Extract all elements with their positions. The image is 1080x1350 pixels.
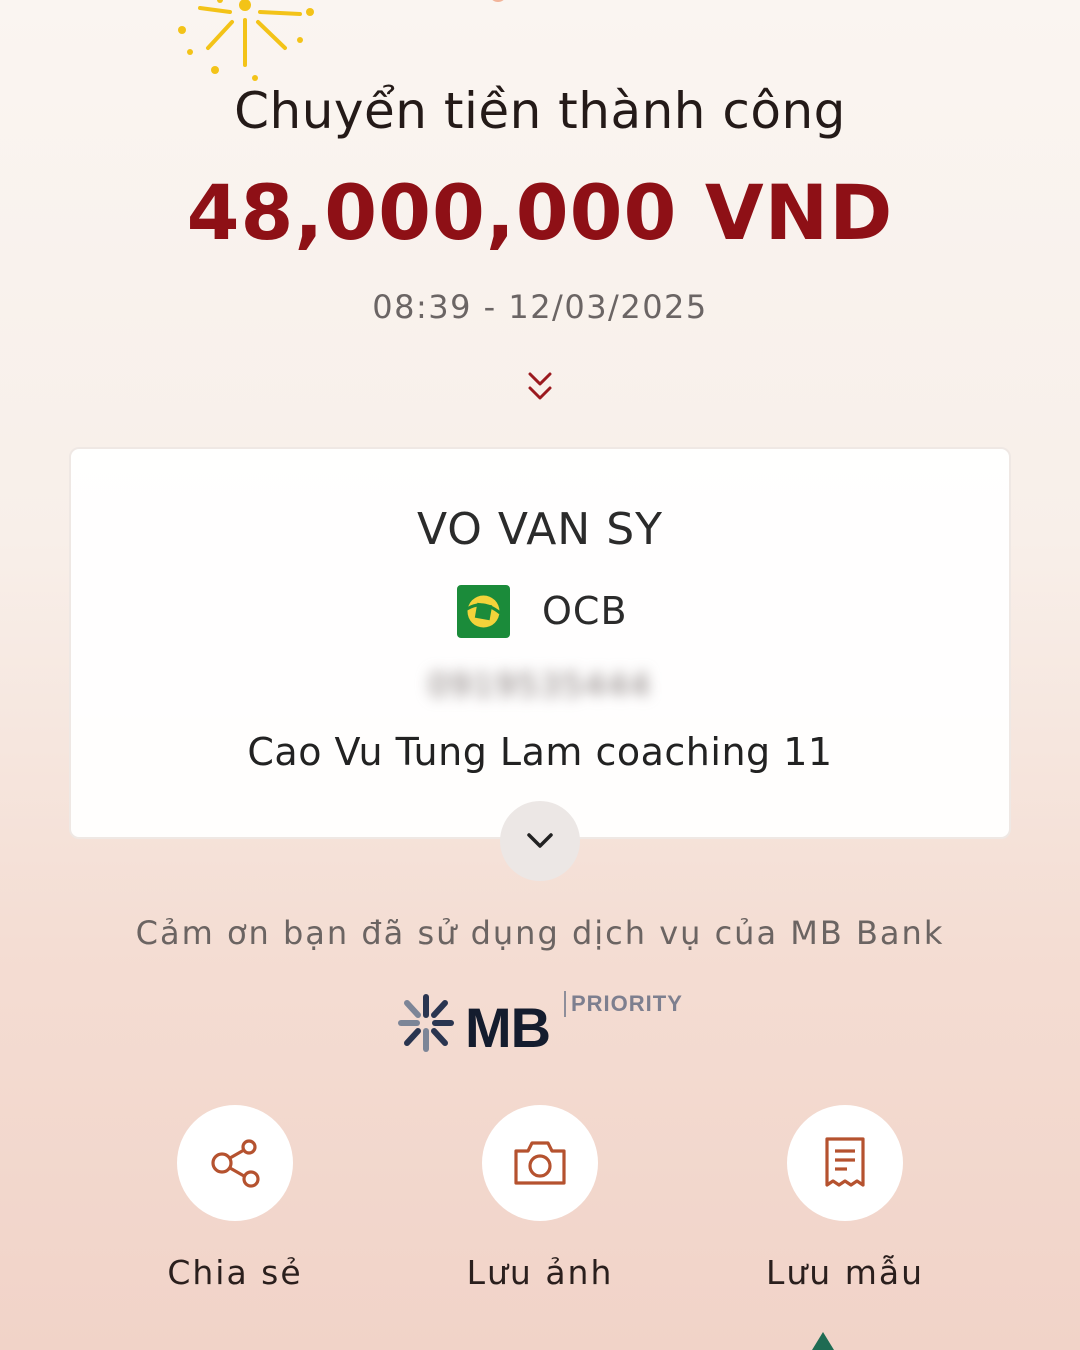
brand-divider — [564, 991, 566, 1017]
bank-row: OCB — [457, 584, 628, 638]
mb-star-icon — [398, 994, 454, 1052]
receipt-icon — [825, 1137, 865, 1187]
double-chevron-down-icon — [528, 372, 552, 400]
fireworks-decoration — [178, 0, 314, 81]
share-label: Chia sẻ — [167, 1253, 303, 1292]
spark-decoration — [491, 0, 505, 2]
page-title: Chuyển tiền thành công — [234, 82, 846, 140]
share-action[interactable]: Chia sẻ — [120, 1105, 350, 1292]
transfer-datetime: 08:39 - 12/03/2025 — [372, 288, 708, 326]
share-button[interactable] — [177, 1105, 293, 1221]
brand-name: MB — [465, 996, 551, 1059]
save-template-label: Lưu mẫu — [766, 1253, 924, 1292]
save-template-action[interactable]: Lưu mẫu — [730, 1105, 960, 1292]
save-image-button[interactable] — [482, 1105, 598, 1221]
tree-decoration — [812, 1332, 834, 1350]
save-image-label: Lưu ảnh — [466, 1253, 614, 1292]
account-number: 0919535444 — [428, 666, 652, 704]
chevron-down-icon — [527, 833, 553, 848]
expand-details-button[interactable] — [500, 801, 580, 881]
camera-icon — [514, 1141, 566, 1185]
thanks-message: Cảm ơn bạn đã sử dụng dịch vụ của MB Ban… — [135, 914, 945, 952]
ocb-logo-icon — [457, 584, 510, 638]
brand-tier: PRIORITY — [571, 991, 683, 1016]
transfer-amount: 48,000,000 VND — [186, 168, 894, 257]
mb-priority-logo: MB PRIORITY — [393, 985, 693, 1065]
save-image-action[interactable]: Lưu ảnh — [425, 1105, 655, 1292]
save-template-button[interactable] — [787, 1105, 903, 1221]
recipient-name: VO VAN SY — [416, 504, 664, 555]
bank-name: OCB — [542, 589, 628, 633]
share-icon — [211, 1139, 260, 1188]
transfer-description: Cao Vu Tung Lam coaching 11 — [247, 730, 833, 774]
